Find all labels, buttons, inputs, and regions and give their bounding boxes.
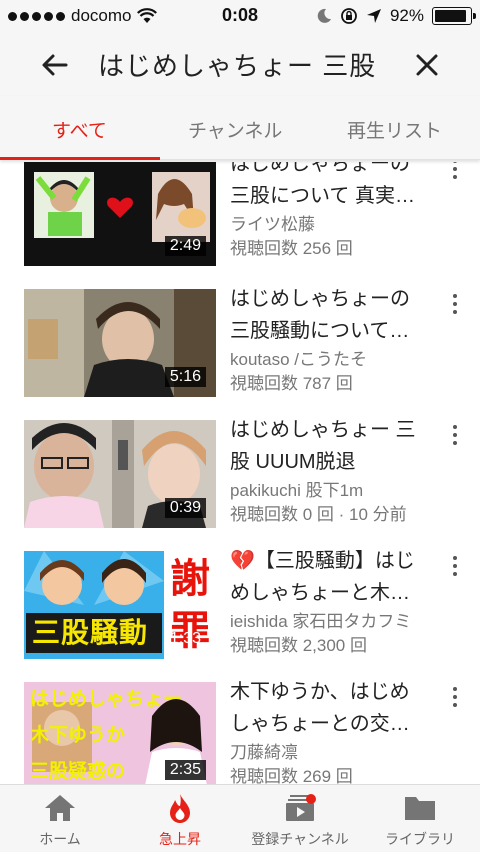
bottom-navigation: ホーム 急上昇 登録チャンネル ライブラリ [0, 784, 480, 852]
tab-channels[interactable]: チャンネル [188, 116, 282, 143]
rotation-lock-icon [341, 8, 357, 24]
channel-name: pakikuchi 股下1m [230, 481, 364, 500]
channel-name: ライツ松藤 [230, 215, 315, 234]
thumbnail-text-line1: はじめしゃちょー [30, 689, 183, 710]
nav-subscriptions-label: 登録チャンネル [251, 831, 349, 847]
search-header: はじめしゃちょー 三股 [0, 34, 480, 96]
video-duration: 1:33 [169, 630, 201, 647]
view-count: 視聴回数 2,300 回 [230, 636, 367, 655]
more-options-icon[interactable] [448, 291, 462, 317]
location-arrow-icon [366, 9, 381, 23]
results-list: 2:49 はじめしゃちょーの 三股について 真実… ライツ松藤 視聴回数 256… [0, 162, 480, 784]
channel-name: 刀藤綺凛 [230, 743, 298, 762]
list-item[interactable]: 2:49 はじめしゃちょーの 三股について 真実… ライツ松藤 視聴回数 256… [0, 162, 480, 268]
view-count: 視聴回数 787 回 [230, 374, 353, 393]
nav-trending-label: 急上昇 [159, 831, 201, 847]
video-thumbnail[interactable]: 三股騒動 謝罪 1:33 [24, 551, 216, 659]
tab-playlists[interactable]: 再生リスト [347, 116, 442, 143]
moon-icon [317, 8, 331, 23]
flame-icon [170, 794, 190, 823]
video-thumbnail[interactable]: 5:16 [24, 289, 216, 397]
nav-library-label: ライブラリ [385, 831, 455, 847]
thumbnail-text-line3: 三股疑惑の [30, 761, 126, 782]
video-duration: 2:35 [164, 760, 206, 780]
video-title[interactable]: 木下ゆうか、はじめ しゃちょーとの交… [230, 676, 438, 740]
thumbnail-text-line2: 木下ゆうか [30, 725, 126, 746]
channel-name: koutaso /こうたそ [230, 350, 367, 369]
thumbnail-text-left: 三股騒動 [32, 617, 149, 648]
nav-library[interactable]: ライブラリ [360, 785, 480, 852]
more-options-icon[interactable] [448, 684, 462, 710]
video-thumbnail[interactable]: 0:39 [24, 420, 216, 528]
subscriptions-icon [286, 794, 316, 821]
list-item[interactable]: はじめしゃちょー 木下ゆうか 三股疑惑の 2:35 木下ゆうか、はじめ しゃちょ… [0, 681, 480, 784]
active-tab-indicator [0, 157, 160, 160]
view-count: 視聴回数 0 回 · 10 分前 [230, 505, 407, 524]
close-icon[interactable] [410, 48, 444, 82]
view-count: 視聴回数 256 回 [230, 239, 353, 258]
status-bar: docomo 0:08 92% [0, 0, 480, 34]
view-count: 視聴回数 269 回 [230, 767, 353, 784]
more-options-icon[interactable] [448, 553, 462, 579]
folder-icon [405, 797, 435, 820]
video-thumbnail[interactable]: はじめしゃちょー 木下ゆうか 三股疑惑の 2:35 [24, 682, 216, 784]
video-duration: 0:39 [164, 498, 206, 518]
video-title[interactable]: はじめしゃちょーの 三股騒動について… [230, 283, 438, 347]
list-item[interactable]: 0:39 はじめしゃちょー 三 股 UUUM脱退 pakikuchi 股下1m … [0, 419, 480, 530]
search-tabs: すべて チャンネル 再生リスト [0, 96, 480, 160]
video-title[interactable]: はじめしゃちょーの 三股について 真実… [230, 162, 438, 212]
battery-icon [432, 7, 476, 25]
tab-all[interactable]: すべて [52, 116, 107, 143]
video-duration: 5:16 [164, 367, 206, 387]
search-query[interactable]: はじめしゃちょー 三股 [98, 46, 376, 83]
back-arrow-icon[interactable] [38, 48, 72, 82]
video-duration: 2:49 [164, 236, 206, 256]
nav-home[interactable]: ホーム [0, 785, 120, 852]
nav-home-label: ホーム [39, 831, 81, 847]
video-title[interactable]: 💔【三股騒動】はじ めしゃちょーと木… [230, 545, 438, 609]
status-right: 92% [316, 6, 476, 26]
home-icon [45, 795, 75, 821]
video-thumbnail[interactable]: 2:49 [24, 162, 216, 266]
list-item[interactable]: 5:16 はじめしゃちょーの 三股騒動について… koutaso /こうたそ 視… [0, 288, 480, 399]
channel-name: ieishida 家石田タカフミ [230, 612, 412, 631]
nav-subscriptions[interactable]: 登録チャンネル [240, 785, 360, 852]
more-options-icon[interactable] [448, 162, 462, 182]
nav-trending[interactable]: 急上昇 [120, 785, 240, 852]
video-title[interactable]: はじめしゃちょー 三 股 UUUM脱退 [230, 414, 438, 478]
list-item[interactable]: 三股騒動 謝罪 1:33 💔【三股騒動】はじ めしゃちょーと木… ieishid… [0, 550, 480, 661]
more-options-icon[interactable] [448, 422, 462, 448]
battery-percent: 92% [389, 6, 424, 25]
